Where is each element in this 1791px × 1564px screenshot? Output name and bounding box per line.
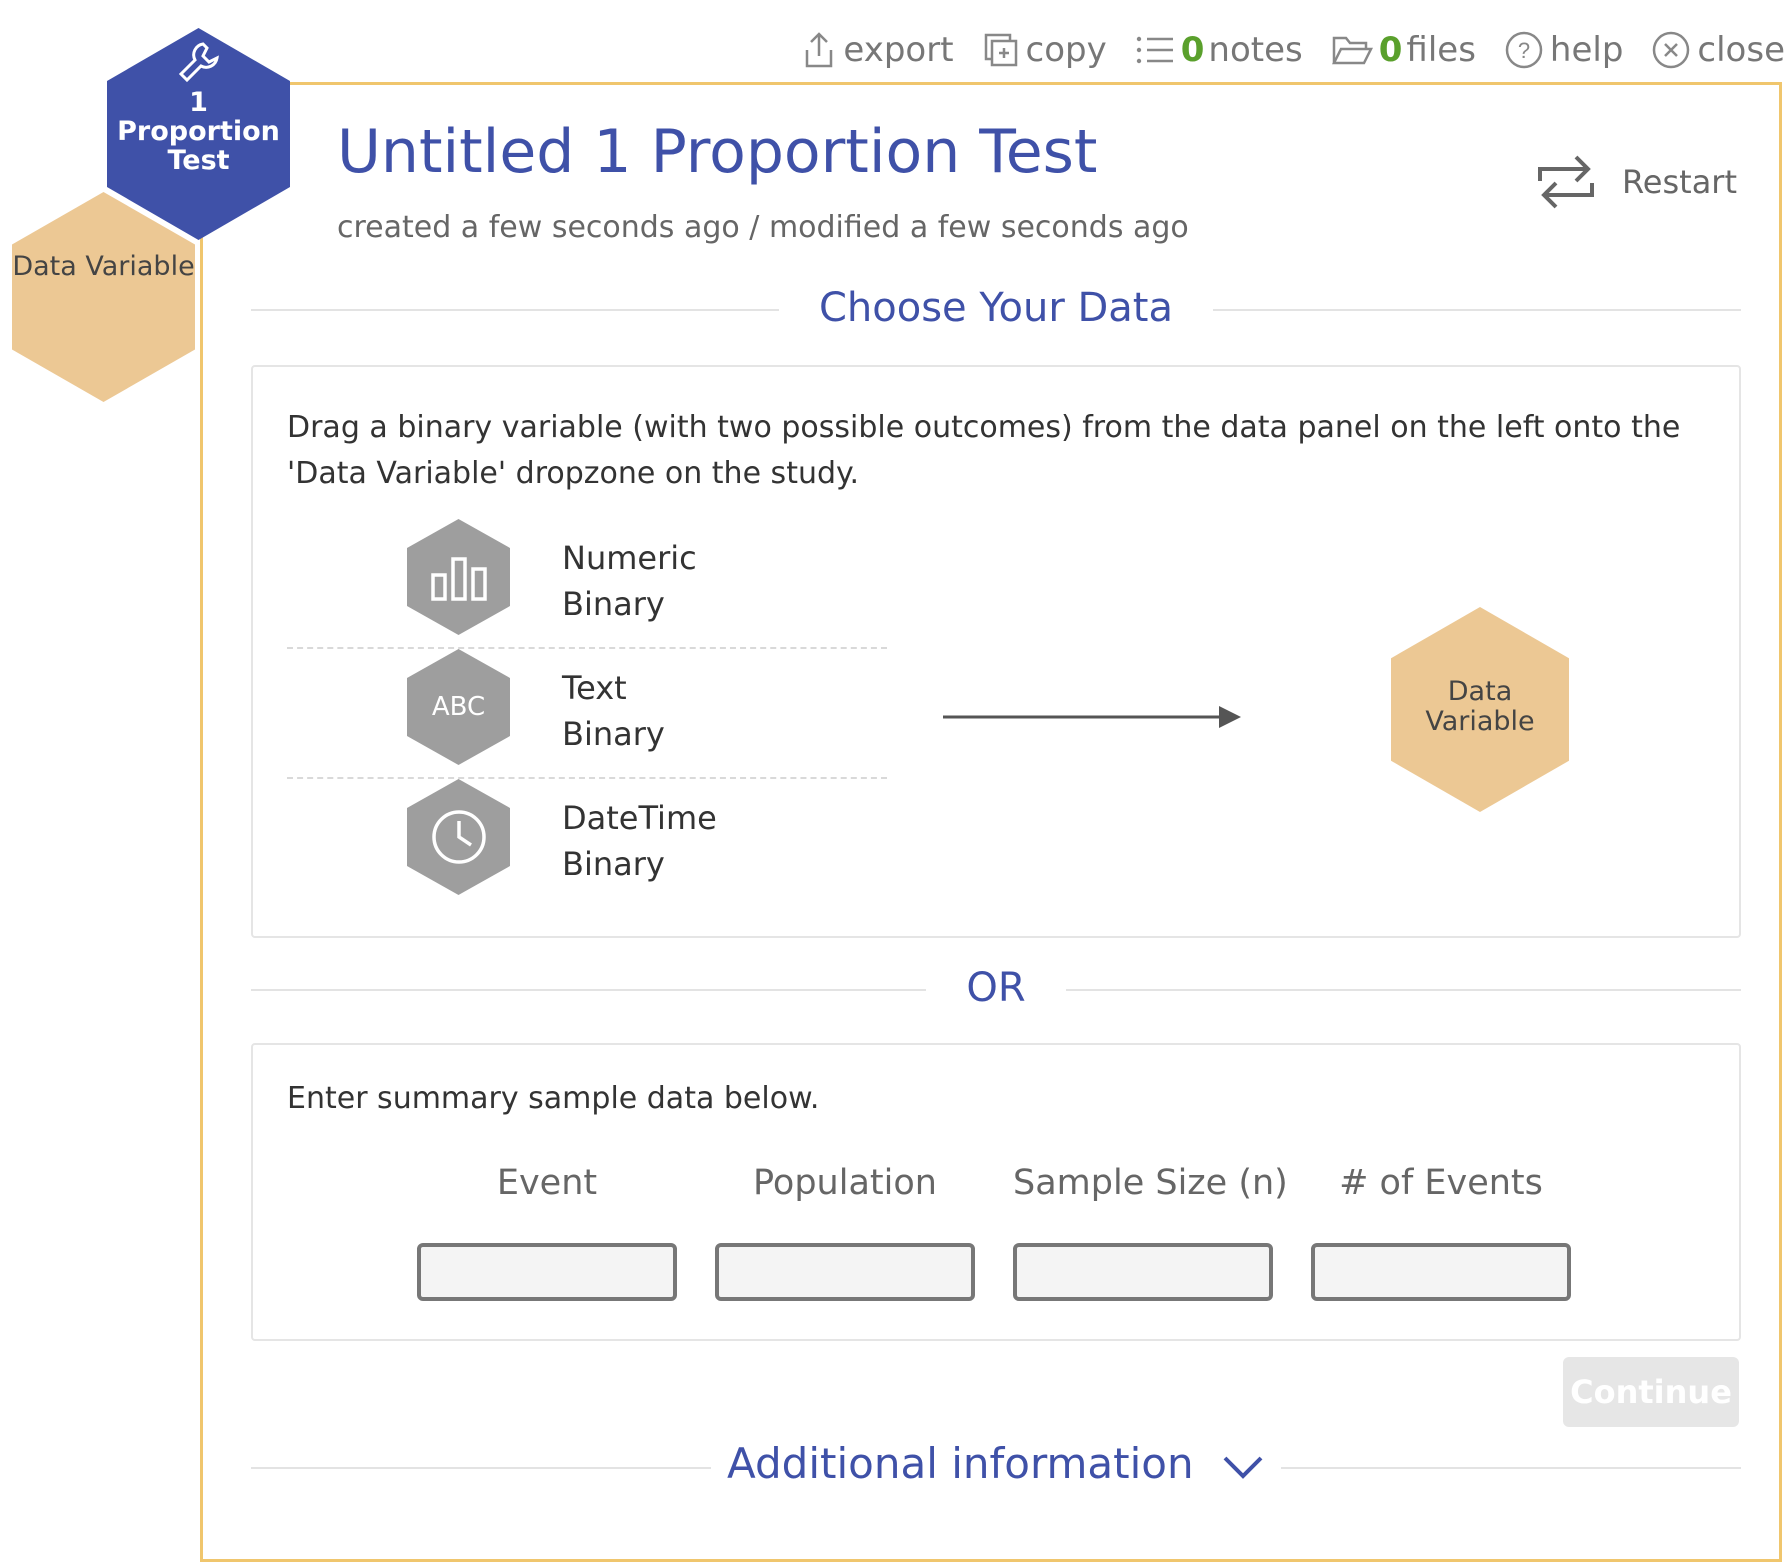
choose-data-instruction: Drag a binary variable (with two possibl… [287,410,1681,491]
numeric-type-icon [407,519,510,635]
folder-icon [1331,36,1373,65]
type-name: DateTime [562,799,717,837]
summary-instruction: Enter summary sample data below. [287,1081,820,1116]
sample-size-field-group: Sample Size (n) [1013,1163,1288,1301]
choose-data-label: Choose Your Data [778,285,1213,331]
type-kind: Binary [562,845,665,883]
restart-icon [1537,155,1594,209]
restart-button[interactable]: Restart [1534,147,1737,217]
num-events-input[interactable] [1311,1243,1571,1301]
type-name: Numeric [562,539,697,577]
close-button[interactable]: close [1651,30,1785,70]
export-icon [806,32,833,68]
text-type-icon: ABC [407,649,510,765]
continue-button[interactable]: Continue [1563,1357,1739,1427]
num-events-field-group: # of Events [1311,1163,1571,1301]
data-variable-hexagon[interactable]: Data Variable [12,192,195,402]
close-icon [1653,31,1690,69]
datetime-type-icon [407,779,510,895]
sample-size-input[interactable] [1013,1243,1273,1301]
files-label: files [1406,30,1476,70]
population-input[interactable] [715,1243,975,1301]
help-icon: ? [1505,31,1543,69]
page-title: Untitled 1 Proportion Test [337,117,1098,187]
type-kind: Binary [562,585,665,623]
svg-text:?: ? [1518,38,1530,63]
copy-icon [984,33,1017,67]
summary-data-box: Enter summary sample data below. Event P… [251,1043,1741,1341]
num-events-label: # of Events [1339,1163,1543,1203]
wrench-icon [178,42,219,83]
clock-icon [431,810,486,864]
type-name: Text [562,669,627,707]
event-input[interactable] [417,1243,677,1301]
list-icon [1136,36,1173,64]
population-label: Population [753,1163,937,1203]
choose-data-box: Drag a binary variable (with two possibl… [251,365,1741,938]
notes-count: 0 [1180,30,1205,70]
choose-data-heading: Choose Your Data [251,285,1741,335]
data-variable-dropzone[interactable]: Data Variable [1391,607,1569,812]
files-count: 0 [1378,30,1403,70]
help-button[interactable]: ? help [1504,30,1624,70]
page-subtitle: created a few seconds ago / modified a f… [337,210,1189,245]
arrow-right-icon [943,706,1241,728]
notes-label: notes [1208,30,1303,70]
or-label: OR [926,965,1066,1011]
sample-size-label: Sample Size (n) [1013,1163,1288,1203]
study-panel: Untitled 1 Proportion Test created a few… [200,82,1782,1562]
help-label: help [1549,30,1624,70]
dropzone-label: Data Variable [1425,676,1535,737]
additional-information-toggle[interactable]: Additional information [251,1439,1741,1495]
chevron-down-icon [1223,1456,1263,1479]
event-field-group: Event [417,1163,677,1301]
variable-type-numeric: Numeric Binary [287,519,887,649]
event-label: Event [496,1163,598,1203]
population-field-group: Population [715,1163,975,1301]
type-kind: Binary [562,715,665,753]
or-divider: OR [251,965,1741,1015]
restart-label: Restart [1621,163,1737,201]
files-button[interactable]: 0 files [1331,30,1476,70]
bar-chart-icon [430,557,487,601]
data-variable-label: Data Variable [12,251,195,282]
additional-information-label: Additional information [727,1439,1194,1488]
abc-icon: ABC [431,692,486,722]
study-hexagon-label: 1 Proportion Test [117,87,280,176]
toolbar: export copy 0 notes 0 files ? help close [773,22,1791,78]
export-button[interactable]: export [801,30,954,70]
notes-button[interactable]: 0 notes [1135,30,1303,70]
variable-type-text: ABC Text Binary [287,649,887,779]
close-label: close [1697,30,1785,70]
copy-button[interactable]: copy [982,30,1107,70]
copy-label: copy [1025,30,1107,70]
export-label: export [843,30,954,70]
variable-type-datetime: DateTime Binary [287,779,887,897]
